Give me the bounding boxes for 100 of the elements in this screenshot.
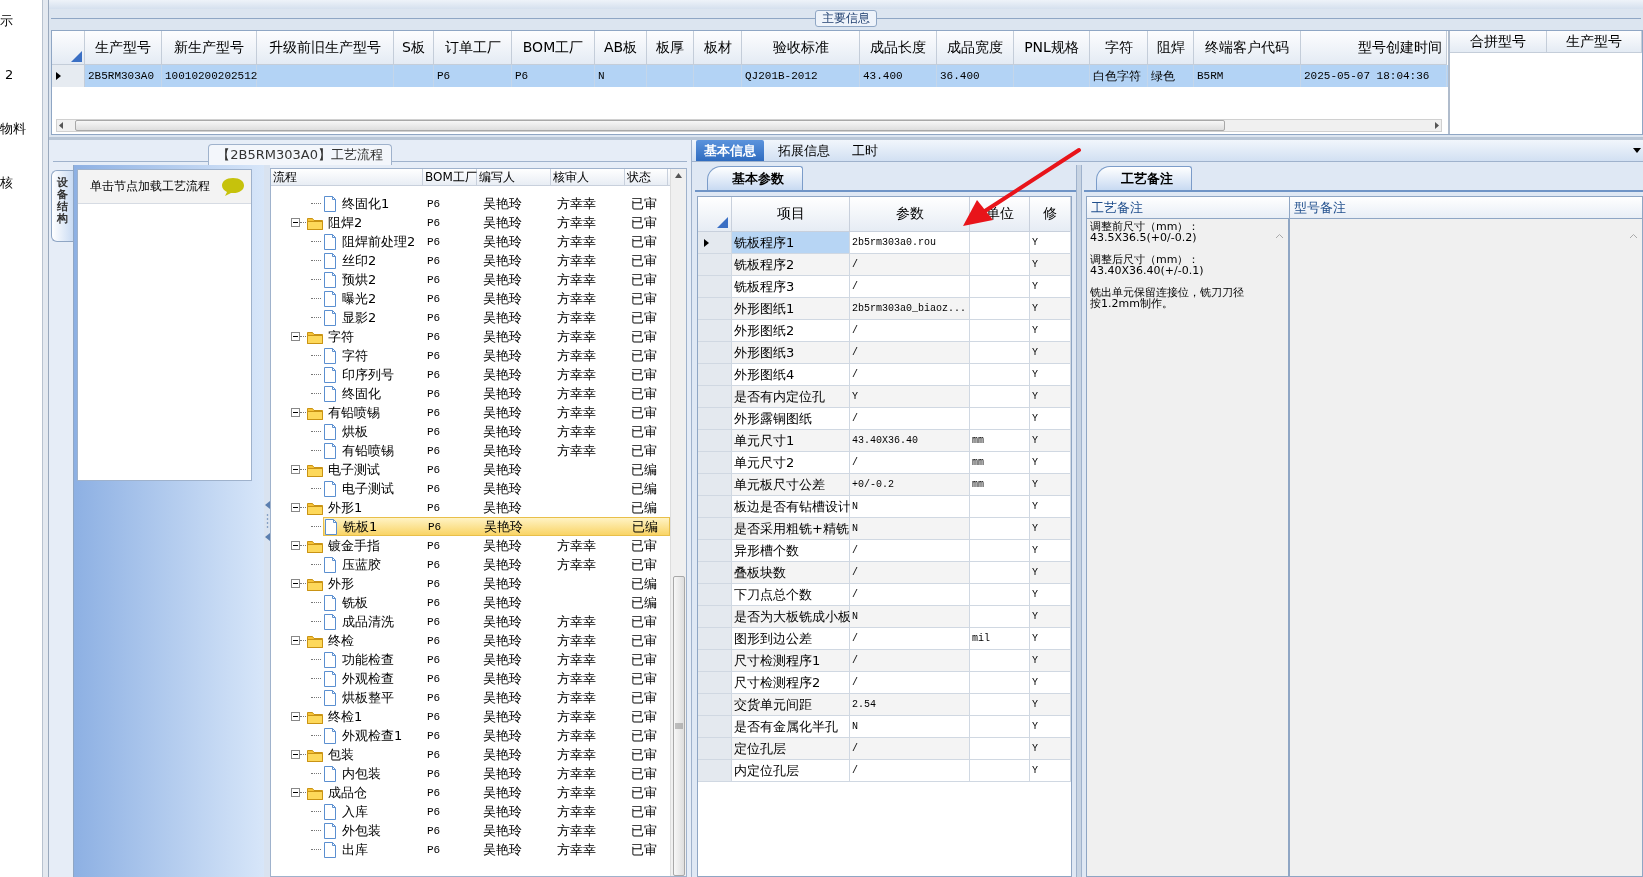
collapse-icon[interactable] (291, 579, 300, 588)
tree-item[interactable]: 成品清洗 P6 吴艳玲 方幸幸 已审 (323, 612, 670, 631)
table-row[interactable]: 单元尺寸1 43.40X36.40 mm Y (698, 430, 1071, 452)
table-row[interactable]: 2B5RM303A0 10010200202512 P6 P6 N QJ201B-2012 43.400 36.400 白色字符 绿色 B5RM 2025-05-07 18:04:36 (52, 65, 1448, 87)
corner-icon[interactable] (717, 217, 728, 228)
tree-item[interactable]: 预烘2 P6 吴艳玲 方幸幸 已审 (323, 270, 670, 289)
table-row[interactable]: 铣板程序3 / Y (698, 276, 1071, 298)
tree-item[interactable]: 外观检查1 P6 吴艳玲 方幸幸 已审 (323, 726, 670, 745)
collapse-icon[interactable] (291, 465, 300, 474)
table-row[interactable]: 是否有内定位孔 Y Y (698, 386, 1071, 408)
collapse-icon[interactable] (291, 218, 300, 227)
nav-label[interactable]: 示 (0, 13, 13, 29)
table-row[interactable]: 铣板程序2 / Y (698, 254, 1071, 276)
table-row[interactable]: 外形图纸3 / Y (698, 342, 1071, 364)
column-header[interactable]: 参数 (895, 205, 924, 223)
tree-item[interactable]: 阻焊前处理2 P6 吴艳玲 方幸幸 已审 (323, 232, 670, 251)
corner-icon[interactable] (71, 51, 82, 62)
scroll-left-icon[interactable] (57, 121, 65, 130)
collapse-icon[interactable] (291, 788, 300, 797)
dropdown-caret-icon[interactable] (1633, 148, 1641, 153)
tab[interactable]: 基本信息 (696, 140, 764, 161)
splitter-handle[interactable] (264, 165, 270, 877)
collapse-icon[interactable] (291, 408, 300, 417)
table-row[interactable]: 外形图纸2 / Y (698, 320, 1071, 342)
tree-item[interactable]: 外形1 P6 吴艳玲 已编 (307, 498, 670, 517)
table-row[interactable]: 单元板尺寸公差 +0/-0.2 mm Y (698, 474, 1071, 496)
tree-item[interactable]: 终检1 P6 吴艳玲 方幸幸 已审 (307, 707, 670, 726)
nav-label[interactable]: 物料 (0, 121, 26, 137)
table-row[interactable]: 交货单元间距 2.54 Y (698, 694, 1071, 716)
tree-item[interactable]: 镀金手指 P6 吴艳玲 方幸幸 已审 (307, 536, 670, 555)
tree-item[interactable]: 成品仓 P6 吴艳玲 方幸幸 已审 (307, 783, 670, 802)
column-header[interactable]: 项目 (776, 205, 805, 223)
tree-item[interactable]: 外包装 P6 吴艳玲 方幸幸 已审 (323, 821, 670, 840)
panel-tab[interactable]: 工艺备注 (1096, 166, 1192, 190)
collapse-icon[interactable] (291, 712, 300, 721)
column-header[interactable]: 状态 (627, 169, 651, 186)
table-cell: 2B5RM303A0 (88, 70, 154, 82)
table-row[interactable]: 板边是否有钻槽设计N Y (698, 496, 1071, 518)
table-row[interactable]: 是否采用粗铣+精铣 N Y (698, 518, 1071, 540)
table-row[interactable]: 外形图纸1 2b5rm303a0_biaoz... Y (698, 298, 1071, 320)
tree-item[interactable]: 印序列号 P6 吴艳玲 方幸幸 已审 (323, 365, 670, 384)
table-row[interactable]: 铣板程序1 2b5rm303a0.rou Y (698, 232, 1071, 254)
table-row[interactable]: 图形到边公差 / mil Y (698, 628, 1071, 650)
tree-item[interactable]: 功能检查 P6 吴艳玲 方幸幸 已审 (323, 650, 670, 669)
tree-item[interactable]: 丝印2 P6 吴艳玲 方幸幸 已审 (323, 251, 670, 270)
scrollbar[interactable] (670, 169, 686, 876)
scroll-right-icon[interactable] (1433, 121, 1441, 130)
table-row[interactable]: 定位孔层 / Y (698, 738, 1071, 760)
side-tab[interactable]: 设备结构 (51, 170, 73, 242)
table-row[interactable]: 外形图纸4 / Y (698, 364, 1071, 386)
table-row[interactable]: 尺寸检测程序2 / Y (698, 672, 1071, 694)
table-row[interactable]: 内定位孔层 / Y (698, 760, 1071, 782)
tree-item[interactable]: 终检 P6 吴艳玲 方幸幸 已审 (307, 631, 670, 650)
collapse-icon[interactable] (291, 503, 300, 512)
tree-item[interactable]: 有铅喷锡 P6 吴艳玲 方幸幸 已审 (323, 441, 670, 460)
tree-item[interactable]: 入库 P6 吴艳玲 方幸幸 已审 (323, 802, 670, 821)
tree-item[interactable]: 显影2 P6 吴艳玲 方幸幸 已审 (323, 308, 670, 327)
table-row[interactable]: 下刀点总个数 / Y (698, 584, 1071, 606)
tree-item[interactable]: 字符 P6 吴艳玲 方幸幸 已审 (323, 346, 670, 365)
tree-item[interactable]: 压蓝胶 P6 吴艳玲 方幸幸 已审 (323, 555, 670, 574)
tree-item[interactable]: 曝光2 P6 吴艳玲 方幸幸 已审 (323, 289, 670, 308)
tree-item[interactable]: 铣板1 P6 吴艳玲 已编 (323, 517, 670, 536)
tree-item[interactable]: 烘板整平 P6 吴艳玲 方幸幸 已审 (323, 688, 670, 707)
column-header[interactable]: 流程 (273, 169, 297, 186)
table-row[interactable]: 尺寸检测程序1 / Y (698, 650, 1071, 672)
tree-item[interactable]: 铣板 P6 吴艳玲 已编 (323, 593, 670, 612)
table-row[interactable]: 叠板块数 / Y (698, 562, 1071, 584)
tree-item[interactable]: 字符 P6 吴艳玲 方幸幸 已审 (307, 327, 670, 346)
tree-item[interactable]: 终固化 P6 吴艳玲 方幸幸 已审 (323, 384, 670, 403)
table-row[interactable]: 异形槽个数 / Y (698, 540, 1071, 562)
tree-item[interactable]: 出库 P6 吴艳玲 方幸幸 已审 (323, 840, 670, 859)
column-header[interactable]: 编写人 (479, 169, 515, 186)
tree-item[interactable]: 有铅喷锡 P6 吴艳玲 方幸幸 已审 (307, 403, 670, 422)
scrollbar[interactable] (56, 119, 1442, 132)
column-header[interactable]: BOM工厂 (425, 169, 477, 186)
collapse-icon[interactable] (291, 332, 300, 341)
table-row[interactable]: 外形露铜图纸 / Y (698, 408, 1071, 430)
tree-item[interactable]: 阻焊2 P6 吴艳玲 方幸幸 已审 (307, 213, 670, 232)
collapse-icon[interactable] (291, 750, 300, 759)
tree-item[interactable]: 内包装 P6 吴艳玲 方幸幸 已审 (323, 764, 670, 783)
nav-label[interactable]: 2 (5, 67, 14, 83)
tree-item[interactable]: 电子测试 P6 吴艳玲 已编 (307, 460, 670, 479)
tab[interactable]: 工时 (844, 140, 886, 161)
tree-item[interactable]: 电子测试 P6 吴艳玲 已编 (323, 479, 670, 498)
column-header[interactable]: 修 (1043, 205, 1057, 223)
tree-item[interactable]: 包装 P6 吴艳玲 方幸幸 已审 (307, 745, 670, 764)
collapse-icon[interactable] (291, 541, 300, 550)
panel-tab[interactable]: 基本参数 (707, 166, 803, 190)
tree-item[interactable]: 外形 P6 吴艳玲 已编 (307, 574, 670, 593)
table-row[interactable]: 单元尺寸2 / mm Y (698, 452, 1071, 474)
grip-icon[interactable] (674, 723, 683, 729)
tree-item[interactable]: 烘板 P6 吴艳玲 方幸幸 已审 (323, 422, 670, 441)
table-row[interactable]: 是否有金属化半孔 N Y (698, 716, 1071, 738)
table-row[interactable]: 是否为大板铣成小板N Y (698, 606, 1071, 628)
tree-item[interactable]: 终固化1 P6 吴艳玲 方幸幸 已审 (323, 194, 670, 213)
nav-label[interactable]: 核 (0, 175, 13, 191)
tree-item[interactable]: 外观检查 P6 吴艳玲 方幸幸 已审 (323, 669, 670, 688)
column-header[interactable]: 核审人 (553, 169, 589, 186)
collapse-icon[interactable] (291, 636, 300, 645)
tab[interactable]: 拓展信息 (770, 140, 838, 161)
